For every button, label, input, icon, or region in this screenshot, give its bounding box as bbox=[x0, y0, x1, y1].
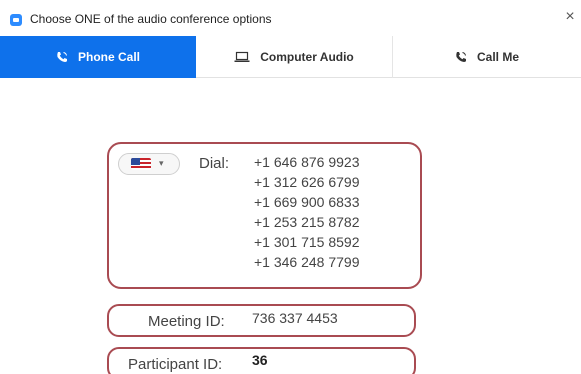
participant-id-value: 36 bbox=[252, 352, 268, 368]
dial-number: +1 669 900 6833 bbox=[254, 194, 360, 210]
dial-number: +1 646 876 9923 bbox=[254, 154, 360, 170]
dial-number-list: +1 646 876 9923 +1 312 626 6799 +1 669 9… bbox=[254, 152, 360, 272]
meeting-id-label: Meeting ID: bbox=[148, 313, 225, 330]
phone-icon bbox=[56, 51, 68, 63]
dial-label: Dial: bbox=[199, 155, 230, 172]
tab-label: Computer Audio bbox=[260, 50, 354, 64]
laptop-icon bbox=[234, 51, 250, 63]
dial-number: +1 253 215 8782 bbox=[254, 214, 360, 230]
meeting-id-value: 736 337 4453 bbox=[252, 310, 338, 326]
tab-computer-audio[interactable]: Computer Audio bbox=[196, 36, 392, 78]
window-title: Choose ONE of the audio conference optio… bbox=[30, 12, 272, 26]
tab-phone-call[interactable]: Phone Call bbox=[0, 36, 196, 78]
dial-number: +1 346 248 7799 bbox=[254, 254, 360, 270]
chevron-down-icon: ▾ bbox=[159, 158, 164, 168]
us-flag-icon bbox=[131, 158, 151, 170]
audio-option-tabs: Phone Call Computer Audio Call Me bbox=[0, 36, 581, 78]
phone-icon bbox=[455, 51, 467, 63]
dial-number: +1 312 626 6799 bbox=[254, 174, 360, 190]
zoom-app-icon bbox=[10, 14, 22, 26]
participant-id-label: Participant ID: bbox=[128, 356, 223, 373]
dial-number: +1 301 715 8592 bbox=[254, 234, 360, 250]
title-bar: Choose ONE of the audio conference optio… bbox=[0, 0, 581, 36]
close-button[interactable]: × bbox=[562, 9, 578, 25]
tab-call-me[interactable]: Call Me bbox=[393, 36, 581, 78]
country-select[interactable]: ▾ bbox=[118, 153, 180, 175]
tab-label: Phone Call bbox=[77, 50, 140, 64]
tab-label: Call Me bbox=[476, 50, 519, 64]
